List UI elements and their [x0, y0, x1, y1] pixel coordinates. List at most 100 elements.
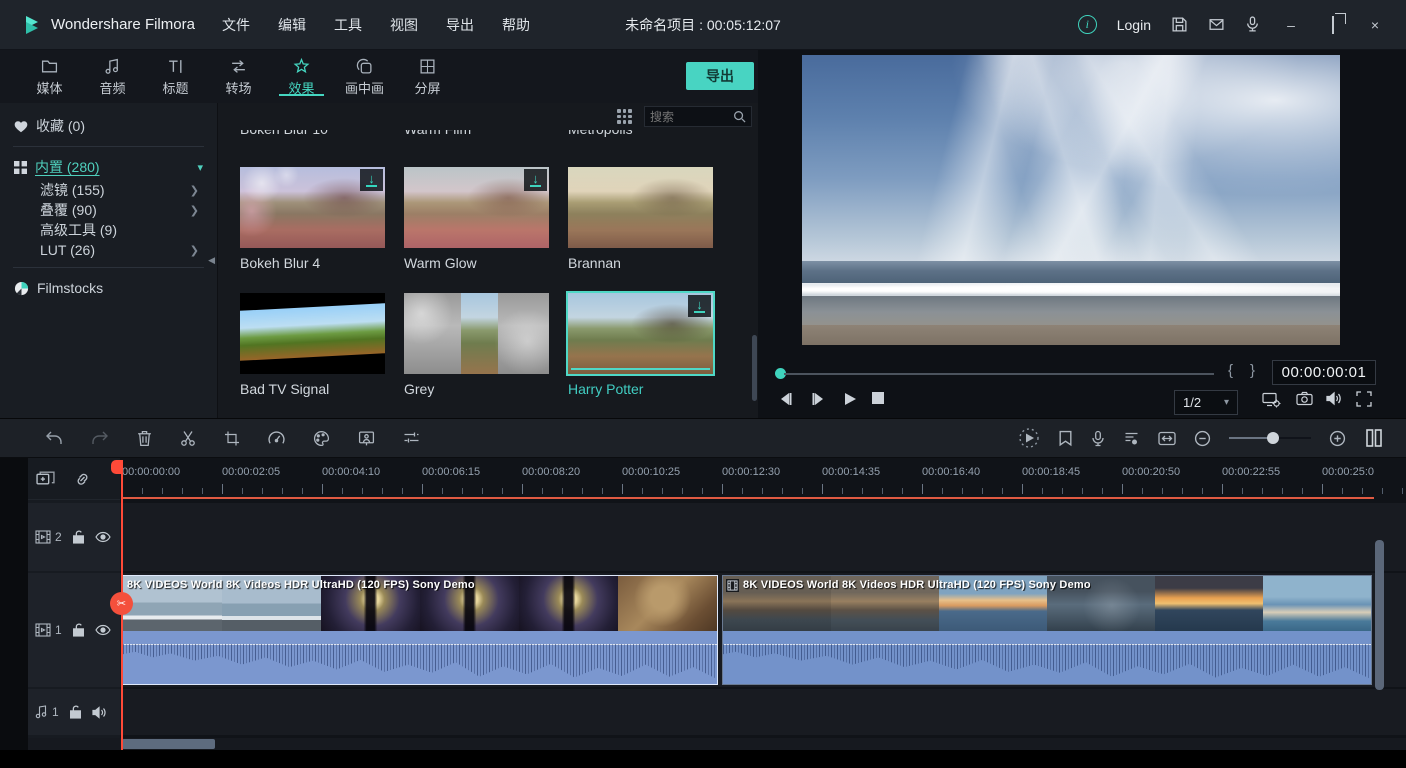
delete-icon[interactable] [137, 430, 152, 447]
save-icon[interactable] [1171, 16, 1188, 33]
color-palette-icon[interactable] [313, 430, 330, 447]
sidebar-collapse-icon[interactable]: ◀ [208, 255, 215, 266]
info-icon[interactable]: i [1078, 15, 1097, 34]
lock-icon[interactable] [72, 530, 85, 544]
undo-icon[interactable] [45, 430, 63, 446]
render-preview-icon[interactable] [1018, 427, 1040, 449]
effect-card-bad-tv-signal[interactable]: Bad TV Signal [240, 293, 385, 397]
effect-thumbnail-selected[interactable]: ↓ [568, 293, 713, 374]
mark-in-icon[interactable]: { [1228, 362, 1233, 379]
redo-icon[interactable] [91, 430, 109, 446]
volume-icon[interactable] [1326, 391, 1343, 406]
link-icon[interactable] [73, 471, 91, 487]
display-settings-icon[interactable] [1262, 391, 1281, 408]
video-track-1[interactable]: 1 8K VIDEOS World 8K Videos HDR UltraHD … [28, 573, 1406, 687]
timeline-zoom-slider[interactable] [1229, 437, 1311, 439]
effect-thumbnail[interactable] [404, 293, 549, 374]
eye-icon[interactable] [95, 531, 111, 543]
add-track-icon[interactable] [36, 470, 55, 487]
tab-effects[interactable]: 效果 [270, 50, 333, 97]
tab-titles[interactable]: 标题 [144, 50, 207, 97]
mail-icon[interactable] [1208, 16, 1225, 33]
timeline-clip-2[interactable]: 8K VIDEOS World 8K Videos HDR UltraHD (1… [722, 575, 1372, 685]
effects-star-icon [293, 58, 310, 75]
tab-pip[interactable]: 画中画 [333, 50, 396, 97]
menu-help[interactable]: 帮助 [489, 9, 543, 41]
audio-mixer-icon[interactable] [1123, 430, 1140, 446]
lock-icon[interactable] [69, 705, 82, 719]
minimize-button[interactable]: – [1280, 17, 1302, 33]
effect-thumbnail[interactable] [568, 167, 713, 248]
zoom-in-icon[interactable] [1329, 430, 1346, 447]
menu-file[interactable]: 文件 [209, 9, 263, 41]
previous-frame-button[interactable] [778, 391, 794, 407]
effect-card-harry-potter[interactable]: ↓ Harry Potter [568, 293, 713, 397]
preview-video[interactable] [802, 55, 1340, 345]
tab-transitions[interactable]: 转场 [207, 50, 270, 97]
effect-name: Brannan [568, 255, 713, 271]
play-button[interactable] [842, 391, 858, 407]
effect-thumbnail[interactable] [240, 293, 385, 374]
sidebar-item-favorites[interactable]: 收藏 (0) [0, 113, 217, 139]
sidebar-item-advanced-tools[interactable]: 高级工具 (9) [0, 220, 217, 240]
playhead-flag[interactable] [111, 460, 122, 474]
tab-media[interactable]: 媒体 [18, 50, 81, 97]
effect-thumbnail[interactable]: ↓ [404, 167, 549, 248]
playback-quality-select[interactable]: 1/2 ▾ [1174, 390, 1238, 415]
sidebar-item-overlays[interactable]: 叠覆 (90) ❯ [0, 200, 217, 220]
effect-card-bokeh-blur-4[interactable]: ↓ Bokeh Blur 4 [240, 167, 385, 271]
search-input[interactable] [650, 110, 733, 124]
stop-button[interactable] [871, 391, 885, 405]
effects-scrollbar[interactable] [752, 335, 757, 401]
audio-track-1[interactable]: 1 [28, 689, 1406, 735]
preview-timecode[interactable]: 00:00:00:01 [1272, 360, 1376, 385]
lock-icon[interactable] [72, 623, 85, 637]
panel-layout-icon[interactable] [1364, 428, 1384, 448]
view-mode-grid-icon[interactable] [617, 109, 632, 124]
scrubber-track[interactable] [784, 373, 1214, 375]
sidebar-item-filters[interactable]: 滤镜 (155) ❯ [0, 180, 217, 200]
search-icon[interactable] [733, 110, 746, 123]
zoom-out-icon[interactable] [1194, 430, 1211, 447]
marker-icon[interactable] [1058, 430, 1073, 447]
menu-edit[interactable]: 编辑 [265, 9, 319, 41]
sidebar-item-lut[interactable]: LUT (26) ❯ [0, 240, 217, 260]
voiceover-mic-icon[interactable] [1091, 430, 1105, 447]
next-frame-button[interactable] [810, 391, 826, 407]
login-button[interactable]: Login [1117, 17, 1151, 33]
restore-button[interactable] [1322, 17, 1344, 33]
fullscreen-icon[interactable] [1356, 391, 1372, 407]
video-track-2[interactable]: 2 [28, 503, 1406, 571]
close-button[interactable]: × [1364, 17, 1386, 33]
tab-splitscreen[interactable]: 分屏 [396, 50, 459, 97]
export-button[interactable]: 导出 [686, 62, 754, 90]
sidebar-item-builtin[interactable]: 内置 (280) ▾ [0, 154, 217, 180]
microphone-icon[interactable] [1245, 16, 1260, 33]
effect-card-brannan[interactable]: Brannan [568, 167, 713, 271]
effect-card-warm-glow[interactable]: ↓ Warm Glow [404, 167, 549, 271]
cut-icon[interactable] [180, 430, 196, 447]
timeline-clip-1[interactable]: 8K VIDEOS World 8K Videos HDR UltraHD (1… [122, 575, 718, 685]
snapshot-camera-icon[interactable] [1296, 391, 1313, 406]
timeline-ruler[interactable]: 00:00:00:0000:00:02:05 00:00:04:1000:00:… [120, 460, 1406, 500]
effect-thumbnail[interactable]: ↓ [240, 167, 385, 248]
crop-icon[interactable] [224, 430, 240, 447]
menu-view[interactable]: 视图 [377, 9, 431, 41]
speed-icon[interactable] [268, 430, 285, 446]
green-screen-icon[interactable] [358, 430, 375, 447]
timeline-vertical-scrollbar[interactable] [1375, 540, 1384, 690]
mark-out-icon[interactable]: } [1250, 362, 1255, 379]
search-box[interactable] [644, 106, 752, 127]
zoom-to-fit-icon[interactable] [1158, 431, 1176, 446]
menu-export[interactable]: 导出 [433, 9, 487, 41]
tab-audio[interactable]: 音频 [81, 50, 144, 97]
sidebar-item-filmstocks[interactable]: Filmstocks [0, 275, 217, 301]
adjust-sliders-icon[interactable] [403, 430, 420, 446]
timeline-horizontal-scrollbar[interactable] [122, 739, 215, 749]
zoom-slider-handle[interactable] [1267, 432, 1279, 444]
eye-icon[interactable] [95, 624, 111, 636]
playhead-cut-handle[interactable]: ✂ [110, 592, 133, 615]
effect-card-grey[interactable]: Grey [404, 293, 549, 397]
menu-tools[interactable]: 工具 [321, 9, 375, 41]
speaker-icon[interactable] [92, 706, 107, 719]
